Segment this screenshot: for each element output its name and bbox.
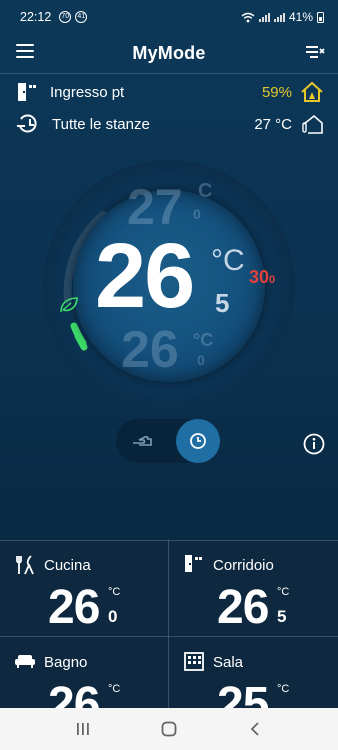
- system-nav-bar: [0, 708, 338, 750]
- mode-selector: [116, 419, 220, 463]
- temperature-dial[interactable]: 27 C 0 26 °C 5 300 26 °C 0: [43, 160, 295, 412]
- notification-badge-icon: 70: [59, 11, 72, 23]
- signal-icon: [258, 12, 270, 22]
- room-unit: °C: [277, 683, 290, 695]
- room-name: Cucina: [44, 557, 91, 574]
- back-icon: [250, 722, 259, 736]
- clock-history-icon: [17, 114, 37, 133]
- home-icon: [161, 721, 177, 737]
- hand-icon: [133, 435, 152, 446]
- room-tile-cucina[interactable]: Cucina 26 °C 0: [0, 540, 168, 636]
- schedule-mode-button[interactable]: [176, 419, 220, 463]
- room-temperature: 26: [217, 581, 269, 634]
- current-temperature: 26: [95, 225, 195, 327]
- all-rooms-row[interactable]: Tutte le stanze 27 °C: [0, 110, 338, 138]
- all-rooms-temp: 27 °C: [254, 115, 292, 133]
- hamburger-icon[interactable]: [16, 44, 34, 58]
- status-bar: 22:12 70 41 41%: [0, 0, 338, 34]
- door-sensor-icon: [18, 83, 36, 101]
- room-unit: °C: [108, 683, 121, 695]
- zone-name: Ingresso pt: [50, 83, 125, 101]
- room-name: Bagno: [44, 654, 88, 671]
- house-warning-icon: [301, 81, 323, 102]
- ghost-decimal-below: 0: [197, 352, 205, 368]
- signal-icon: [273, 12, 285, 22]
- room-decimal: 0: [108, 607, 118, 626]
- setpoint-value: 30: [249, 267, 270, 287]
- room-decimal: 5: [277, 607, 287, 626]
- cutlery-icon: [16, 555, 34, 575]
- battery-percent: 41%: [288, 10, 313, 24]
- wifi-icon: [241, 12, 255, 22]
- room-grid: Cucina 26 °C 0 Corridoio 26 °C 5 Bagno 2…: [0, 540, 338, 729]
- room-temperature: 26: [48, 581, 100, 634]
- door-sensor-icon: [185, 555, 202, 572]
- temperature-decimal: 5: [215, 288, 230, 318]
- room-name: Sala: [213, 654, 244, 671]
- header-divider: [0, 73, 338, 74]
- recent-apps-button[interactable]: [68, 714, 98, 744]
- house-temperature-icon: [302, 114, 323, 134]
- ghost-unit-below: °C: [193, 330, 214, 350]
- battery-icon: [317, 11, 324, 23]
- room-unit: °C: [108, 586, 121, 598]
- leaf-icon: [60, 297, 78, 313]
- room-name: Corridoio: [213, 557, 274, 574]
- ghost-unit-above: C: [198, 180, 213, 202]
- sofa-icon: [15, 655, 35, 668]
- page-title: MyMode: [132, 42, 206, 63]
- recent-apps-icon: [77, 723, 89, 735]
- zone-row[interactable]: Ingresso pt 59%: [0, 78, 338, 106]
- ghost-decimal-above: 0: [193, 206, 201, 222]
- mode-list-icon[interactable]: [304, 42, 326, 62]
- ghost-temp-below: 26: [121, 321, 179, 379]
- zone-humidity: 59%: [261, 83, 292, 101]
- room-unit: °C: [277, 586, 290, 598]
- app-bar: MyMode: [0, 34, 338, 72]
- room-tile-corridoio[interactable]: Corridoio 26 °C 5: [169, 540, 337, 636]
- home-button[interactable]: [154, 714, 184, 744]
- status-time: 22:12: [20, 10, 52, 24]
- info-icon[interactable]: [303, 433, 325, 455]
- manual-mode-button[interactable]: [120, 419, 164, 463]
- setpoint-temperature: 300: [249, 267, 275, 288]
- back-button[interactable]: [240, 714, 270, 744]
- all-rooms-label: Tutte le stanze: [52, 115, 150, 133]
- clock-icon: [190, 433, 206, 449]
- notification-badge-icon: 41: [75, 11, 88, 23]
- building-icon: [184, 652, 204, 671]
- setpoint-decimal: 0: [269, 274, 276, 286]
- temperature-unit: °C: [211, 244, 245, 277]
